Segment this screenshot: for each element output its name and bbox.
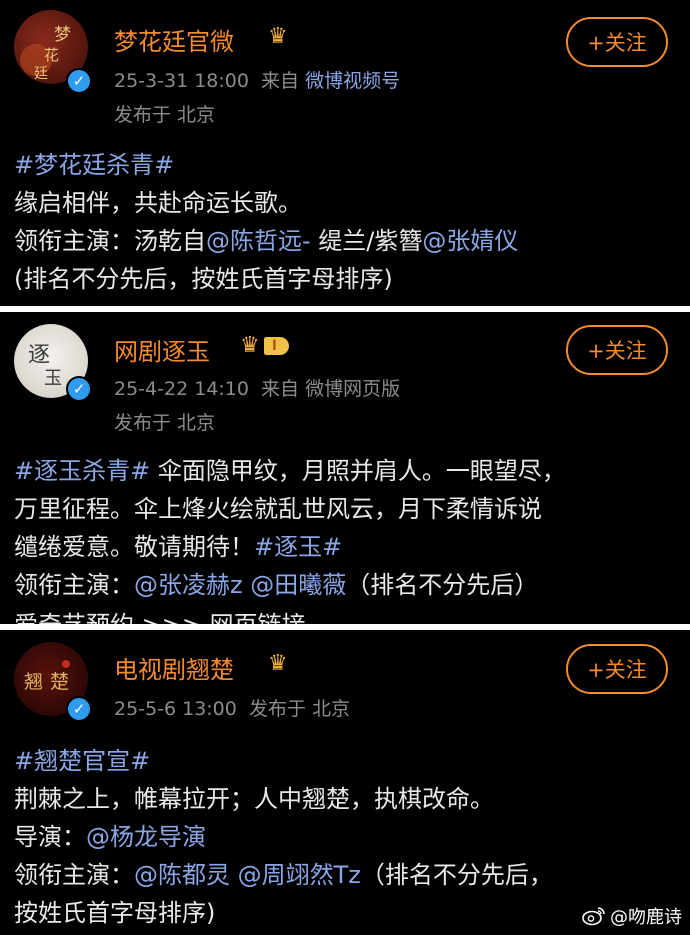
post-text: 伞面隐甲纹，月照并肩人。一眼望尽， (150, 457, 566, 485)
post-body: #逐玉杀青# 伞面隐甲纹，月照并肩人。一眼望尽， 万里征程。伞上烽火绘就乱世风云… (14, 452, 676, 624)
post-text: 荆棘之上，帷幕拉开；人中翘楚，执棋改命。 (14, 785, 494, 813)
post-text: (排名不分先后，按姓氏首字母排序) (14, 265, 393, 293)
post-location: 发布于 北京 (248, 698, 351, 720)
post-meta: 25-3-31 18:00 来自 微博视频号 (114, 66, 400, 93)
post-text: （排名不分先后） (346, 571, 539, 599)
post-text: 缱绻爱意。敬请期待！ (14, 533, 254, 561)
mention[interactable]: @张婧仪 (422, 227, 518, 255)
mention[interactable]: @陈都灵 (134, 861, 230, 889)
post-time: 25-3-31 18:00 (114, 70, 249, 92)
post-meta: 25-5-6 13:00 发布于 北京 (114, 694, 350, 721)
svg-text:玉: 玉 (44, 368, 62, 389)
mention[interactable]: @陈哲远- (206, 227, 311, 255)
level-badge: I (263, 337, 289, 355)
svg-text:花: 花 (44, 46, 59, 64)
follow-button[interactable]: +关注 (566, 17, 668, 67)
watermark-text: @吻鹿诗 (610, 907, 682, 928)
post-text: 领衔主演： (14, 861, 134, 889)
crown-icon: ♛ I (240, 333, 289, 358)
svg-text:楚: 楚 (50, 671, 69, 693)
post-time: 25-4-22 14:10 (114, 378, 249, 400)
svg-text:翘: 翘 (24, 671, 43, 693)
hashtag[interactable]: #翘楚官宣# (14, 747, 150, 775)
account-name[interactable]: 梦花廷官微 (114, 22, 234, 57)
mention[interactable]: @杨龙导演 (86, 823, 206, 851)
weibo-post-1: 梦 花 廷 ✓ 梦花廷官微 ♛ 25-3-31 18:00 来自 微博视频号 发… (0, 0, 690, 306)
post-text: 万里征程。伞上烽火绘就乱世风云，月下柔情诉说 (14, 495, 542, 523)
post-text: 领衔主演：汤乾自 (14, 227, 206, 255)
verified-icon: ✓ (66, 696, 92, 722)
post-text: 缘启相伴，共赴命运长歌。 (14, 189, 302, 217)
weibo-logo-icon (582, 907, 605, 926)
mention[interactable]: @张凌赫z (134, 571, 243, 599)
post-location: 发布于 北京 (114, 412, 216, 434)
mention[interactable]: @周翊然Tz (238, 861, 361, 889)
post-text-partial: 爱奇艺预约 >>> 网页链接 (14, 611, 306, 624)
weibo-post-2: 逐 玉 ✓ 网剧逐玉 ♛ I 25-4-22 14:10 来自 微博网页版 发布于… (0, 312, 690, 624)
post-text (230, 861, 238, 889)
mention[interactable]: @田曦薇 (250, 571, 346, 599)
post-text: 按姓氏首字母排序) (14, 899, 216, 927)
from-label: 来自 (261, 378, 300, 400)
post-source: 微博网页版 (305, 378, 401, 400)
watermark: @吻鹿诗 (582, 903, 682, 929)
post-body: #梦花廷杀青# 缘启相伴，共赴命运长歌。 领衔主演：汤乾自@陈哲远- 缇兰/紫簪… (14, 146, 676, 298)
verified-icon: ✓ (66, 376, 92, 402)
post-time: 25-5-6 13:00 (114, 698, 237, 720)
post-body: #翘楚官宣# 荆棘之上，帷幕拉开；人中翘楚，执棋改命。 导演：@杨龙导演 领衔主… (14, 742, 676, 932)
hashtag[interactable]: #梦花廷杀青# (14, 151, 174, 179)
post-source[interactable]: 微博视频号 (305, 70, 400, 92)
svg-text:梦: 梦 (54, 25, 71, 45)
post-text: 导演： (14, 823, 86, 851)
account-name[interactable]: 网剧逐玉 (114, 332, 210, 367)
post-location: 发布于 北京 (114, 104, 216, 126)
post-text: （排名不分先后， (360, 861, 553, 889)
verified-icon: ✓ (66, 68, 92, 94)
svg-text:廷: 廷 (34, 66, 48, 82)
weibo-post-3: 翘 楚 ✓ 电视剧翘楚 ♛ 25-5-6 13:00 发布于 北京 +关注 #翘… (0, 630, 690, 935)
follow-button[interactable]: +关注 (566, 644, 668, 694)
post-text: 领衔主演： (14, 571, 134, 599)
svg-text:逐: 逐 (28, 343, 50, 368)
account-name[interactable]: 电视剧翘楚 (114, 650, 234, 685)
crown-icon: ♛ (268, 24, 288, 49)
post-meta: 25-4-22 14:10 来自 微博网页版 (114, 374, 400, 401)
from-label: 来自 (261, 70, 300, 92)
crown-icon: ♛ (268, 651, 288, 676)
hashtag[interactable]: #逐玉# (254, 533, 342, 561)
hashtag[interactable]: #逐玉杀青# (14, 457, 150, 485)
post-text: 缇兰/紫簪 (310, 227, 423, 255)
follow-button[interactable]: +关注 (566, 325, 668, 375)
